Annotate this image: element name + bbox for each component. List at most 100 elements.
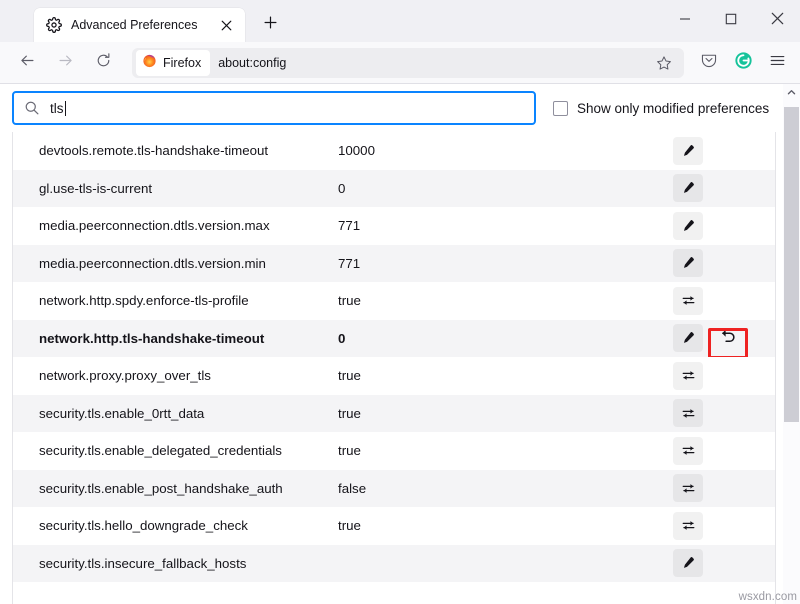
pref-value: 0 <box>338 181 671 196</box>
browser-tab-advanced-preferences[interactable]: Advanced Preferences <box>34 8 245 42</box>
toggle-icon[interactable] <box>673 512 703 540</box>
scrollbar-track[interactable] <box>783 101 800 604</box>
search-input[interactable]: tls <box>12 91 536 125</box>
pref-name: security.tls.insecure_fallback_hosts <box>13 556 338 571</box>
pref-name: network.http.spdy.enforce-tls-profile <box>13 293 338 308</box>
new-tab-button[interactable] <box>257 12 283 38</box>
pref-value: false <box>338 481 671 496</box>
table-row[interactable]: media.peerconnection.dtls.version.min 77… <box>13 245 775 283</box>
tab-close-icon[interactable] <box>216 15 236 35</box>
show-only-modified-checkbox[interactable] <box>553 101 568 116</box>
grammarly-icon <box>734 51 753 75</box>
pref-actions <box>671 249 775 277</box>
pref-value: 0 <box>338 331 671 346</box>
table-row[interactable]: security.tls.insecure_fallback_hosts <box>13 545 775 583</box>
pref-actions <box>671 437 775 465</box>
edit-icon[interactable] <box>673 137 703 165</box>
edit-icon[interactable] <box>673 174 703 202</box>
pref-name: security.tls.enable_0rtt_data <box>13 406 338 421</box>
pref-actions <box>671 324 775 352</box>
navigation-toolbar: Firefox about:config <box>0 42 800 84</box>
pref-name: security.tls.enable_post_handshake_auth <box>13 481 338 496</box>
about-config-page: tls Show only modified preferences devto… <box>0 84 800 604</box>
window-close-button[interactable] <box>754 0 800 42</box>
table-row-partial[interactable] <box>13 582 775 604</box>
chevron-up-icon <box>787 84 796 102</box>
reload-icon <box>95 52 112 74</box>
pref-actions <box>671 212 775 240</box>
edit-icon[interactable] <box>673 249 703 277</box>
pref-name: gl.use-tls-is-current <box>13 181 338 196</box>
undo-reset-icon <box>720 327 737 349</box>
toggle-icon[interactable] <box>673 474 703 502</box>
close-icon <box>771 12 784 30</box>
reset-button[interactable] <box>713 324 743 352</box>
show-only-modified-checkbox-row[interactable]: Show only modified preferences <box>553 101 769 116</box>
table-row[interactable]: security.tls.enable_delegated_credential… <box>13 432 775 470</box>
pref-name: devtools.remote.tls-handshake-timeout <box>13 143 338 158</box>
table-row[interactable]: security.tls.hello_downgrade_check true <box>13 507 775 545</box>
brand-chip: Firefox <box>136 50 210 76</box>
pocket-button[interactable] <box>694 48 724 78</box>
table-row[interactable]: gl.use-tls-is-current 0 <box>13 170 775 208</box>
pref-actions <box>671 362 775 390</box>
scrollbar-thumb[interactable] <box>784 107 799 422</box>
pref-actions <box>671 287 775 315</box>
pref-actions <box>671 137 775 165</box>
pref-name: security.tls.enable_delegated_credential… <box>13 443 338 458</box>
forward-button[interactable] <box>49 47 81 79</box>
show-only-modified-label: Show only modified preferences <box>577 101 769 116</box>
toggle-icon[interactable] <box>673 287 703 315</box>
table-row[interactable]: devtools.remote.tls-handshake-timeout 10… <box>13 132 775 170</box>
table-row[interactable]: media.peerconnection.dtls.version.max 77… <box>13 207 775 245</box>
pref-value: true <box>338 406 671 421</box>
table-row[interactable]: network.http.tls-handshake-timeout 0 <box>13 320 775 358</box>
pref-value: 771 <box>338 256 671 271</box>
back-button[interactable] <box>11 47 43 79</box>
address-bar[interactable]: Firefox about:config <box>132 48 684 78</box>
text-caret <box>65 101 66 116</box>
brand-chip-label: Firefox <box>163 56 201 70</box>
window-controls <box>662 0 800 42</box>
toggle-icon[interactable] <box>673 437 703 465</box>
table-row[interactable]: security.tls.enable_0rtt_data true <box>13 395 775 433</box>
table-row[interactable]: security.tls.enable_post_handshake_auth … <box>13 470 775 508</box>
pref-actions <box>671 474 775 502</box>
config-toolbar: tls Show only modified preferences <box>0 84 800 132</box>
vertical-scrollbar[interactable] <box>783 84 800 604</box>
extension-button[interactable] <box>728 48 758 78</box>
pref-value: true <box>338 518 671 533</box>
reload-button[interactable] <box>87 47 119 79</box>
edit-icon[interactable] <box>673 324 703 352</box>
firefox-icon <box>142 53 157 73</box>
pref-value: 10000 <box>338 143 671 158</box>
window-maximize-button[interactable] <box>708 0 754 42</box>
edit-icon[interactable] <box>673 212 703 240</box>
search-icon <box>24 100 40 116</box>
star-icon[interactable] <box>650 49 678 77</box>
table-row[interactable]: network.proxy.proxy_over_tls true <box>13 357 775 395</box>
scroll-up-button[interactable] <box>783 84 800 101</box>
pocket-icon <box>700 51 718 74</box>
table-row[interactable]: network.http.spdy.enforce-tls-profile tr… <box>13 282 775 320</box>
pref-actions <box>671 399 775 427</box>
pref-name: network.http.tls-handshake-timeout <box>13 331 338 346</box>
arrow-right-icon <box>57 52 74 74</box>
app-menu-button[interactable] <box>762 48 792 78</box>
window-minimize-button[interactable] <box>662 0 708 42</box>
pref-value: true <box>338 368 671 383</box>
maximize-icon <box>725 12 737 30</box>
toggle-icon[interactable] <box>673 362 703 390</box>
pref-value: 771 <box>338 218 671 233</box>
pref-name: security.tls.hello_downgrade_check <box>13 518 338 533</box>
url-text: about:config <box>218 56 650 70</box>
search-input-value: tls <box>50 101 64 116</box>
toggle-icon[interactable] <box>673 399 703 427</box>
pref-name: media.peerconnection.dtls.version.max <box>13 218 338 233</box>
pref-actions <box>671 512 775 540</box>
hamburger-menu-icon <box>769 52 786 74</box>
pref-value: true <box>338 293 671 308</box>
edit-icon[interactable] <box>673 549 703 577</box>
tab-strip: Advanced Preferences <box>0 0 800 42</box>
plus-icon <box>264 16 277 34</box>
